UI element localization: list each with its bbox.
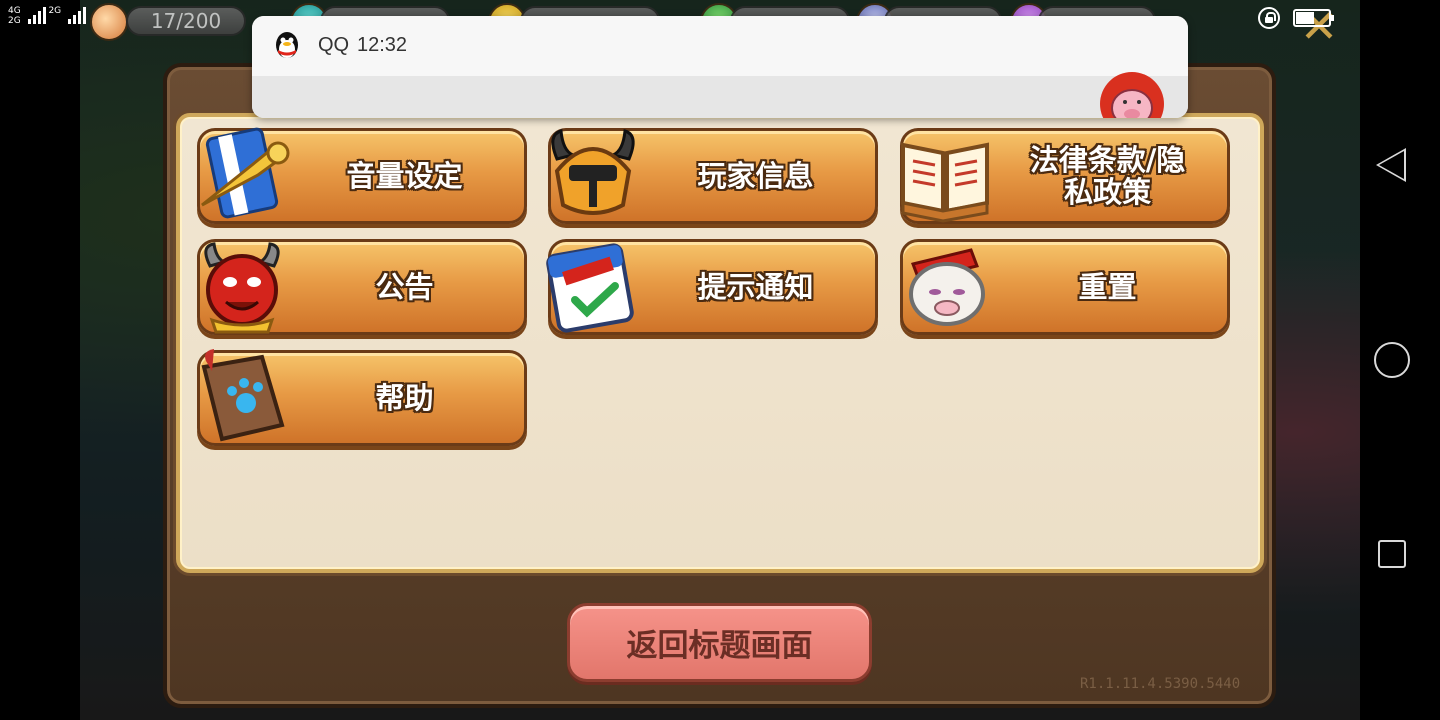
stamina-shell-icon bbox=[90, 3, 128, 41]
notification-tips-label: 提示通知 bbox=[697, 270, 814, 304]
rotation-lock-icon bbox=[1258, 7, 1280, 29]
notification-body bbox=[252, 76, 1188, 118]
help-label: 帮助 bbox=[375, 381, 434, 415]
player-info-button[interactable]: 玩家信息 bbox=[548, 128, 878, 224]
paw-book-icon bbox=[201, 349, 285, 442]
legal-privacy-button[interactable]: 法律条款/隐 私政策 bbox=[900, 128, 1230, 224]
hello-calendar-icon bbox=[546, 243, 634, 333]
notification-tips-button[interactable]: 提示通知 bbox=[546, 239, 878, 335]
volume-settings-button[interactable]: 音量设定 bbox=[197, 127, 527, 224]
open-book-icon bbox=[901, 142, 989, 223]
volume-settings-label: 音量设定 bbox=[346, 159, 463, 193]
red-devil-icon bbox=[204, 242, 280, 334]
signal-bars-2-icon bbox=[68, 6, 87, 24]
sheep-icon bbox=[909, 248, 985, 326]
nav-back-icon[interactable] bbox=[1376, 148, 1406, 182]
notification-time: 12:32 bbox=[357, 34, 408, 56]
qq-penguin-icon bbox=[276, 32, 298, 58]
qq-notification-banner[interactable]: QQ 12:32 bbox=[252, 16, 1188, 118]
reset-label: 重置 bbox=[1078, 270, 1137, 304]
network-type-right: 2G bbox=[48, 6, 62, 16]
notification-app-name: QQ bbox=[318, 34, 350, 56]
announcement-button[interactable]: 公告 bbox=[197, 239, 527, 335]
help-button[interactable]: 帮助 bbox=[197, 349, 527, 446]
nav-home-icon[interactable] bbox=[1374, 342, 1410, 378]
horned-helmet-icon bbox=[551, 129, 635, 215]
network-status: 4G 2G 2G bbox=[8, 6, 87, 26]
return-to-title-button[interactable]: 返回标题画面 bbox=[567, 603, 872, 682]
reset-button[interactable]: 重置 bbox=[900, 239, 1230, 335]
network-type-bottom: 2G bbox=[8, 16, 21, 26]
player-info-label: 玩家信息 bbox=[697, 159, 814, 193]
battery-icon bbox=[1293, 9, 1334, 27]
legal-privacy-label: 法律条款/隐 私政策 bbox=[1029, 143, 1186, 209]
version-text: R1.1.11.4.5390.5440 bbox=[1080, 676, 1241, 692]
trumpet-banner-icon bbox=[201, 127, 290, 219]
network-type-top: 4G bbox=[8, 6, 21, 16]
nav-recent-apps-icon[interactable] bbox=[1378, 540, 1406, 568]
stamina-value: 17/200 bbox=[150, 9, 222, 33]
announcement-label: 公告 bbox=[375, 270, 434, 304]
stamina-counter: 17/200 bbox=[126, 6, 246, 36]
signal-bars-icon bbox=[27, 6, 46, 24]
